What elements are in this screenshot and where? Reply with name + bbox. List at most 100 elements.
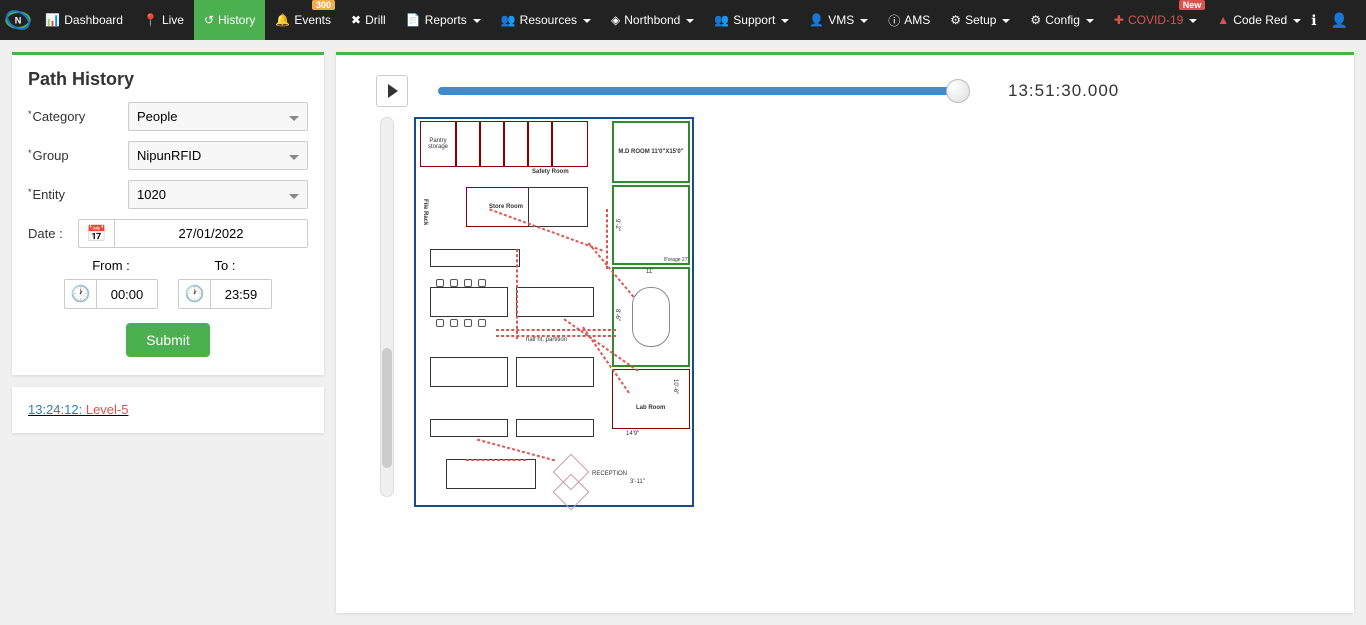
reception-shape-2	[553, 474, 590, 511]
vertical-scrollbar[interactable]	[380, 117, 394, 497]
group-select[interactable]: NipunRFID	[128, 141, 308, 170]
clock-icon: 🕐	[185, 284, 205, 304]
room-pantry: Pantry storage	[420, 121, 456, 167]
nav-code-red[interactable]: ▲Code Red	[1207, 0, 1311, 40]
location-icon: 📍	[143, 13, 158, 27]
chevron-down-icon	[1084, 13, 1094, 27]
calendar-icon: 📅	[87, 224, 107, 244]
nav-live[interactable]: 📍Live	[133, 0, 194, 40]
player-controls: 13:51:30.000	[376, 75, 1314, 107]
nav-history[interactable]: ↺History	[194, 0, 265, 40]
chevron-down-icon	[581, 13, 591, 27]
room-small-2	[480, 121, 504, 167]
nav-events[interactable]: 300🔔Events	[265, 0, 341, 40]
nav-config[interactable]: ⚙Config	[1020, 0, 1103, 40]
path-history-panel: Path History Category People Group Nipun…	[12, 52, 324, 375]
date-label: Date :	[28, 226, 78, 241]
chevron-down-icon	[684, 13, 694, 27]
dim1-label: 9'-2"	[614, 219, 620, 231]
reception-label: RECEPTION	[592, 471, 627, 477]
person-icon: 👤	[809, 13, 824, 27]
submit-button[interactable]: Submit	[126, 323, 210, 357]
cogs-icon: ⚙	[950, 13, 961, 27]
events-badge: 300	[312, 0, 335, 10]
nav-northbond[interactable]: ◈Northbond	[601, 0, 704, 40]
from-time-input[interactable]	[96, 279, 158, 309]
category-label: Category	[28, 109, 128, 124]
path-seg	[606, 209, 608, 269]
accessibility-icon: ⓘ	[888, 12, 900, 29]
users-icon: 👥	[501, 13, 516, 27]
path-seg	[516, 249, 518, 339]
chevron-down-icon	[289, 187, 299, 202]
chevron-down-icon	[1187, 13, 1197, 27]
info-icon[interactable]: ℹ	[1311, 12, 1316, 29]
from-time-button[interactable]: 🕐	[64, 279, 96, 309]
left-column: Path History Category People Group Nipun…	[12, 52, 324, 613]
to-label: To :	[215, 258, 236, 273]
nav-ams[interactable]: ⓘAMS	[878, 0, 940, 40]
safety-label: Safety Room	[532, 169, 569, 175]
slider-thumb[interactable]	[946, 79, 970, 103]
users-icon: 👥	[714, 13, 729, 27]
chevron-down-icon	[289, 148, 299, 163]
floor-plan[interactable]: Pantry storage Safety Room Store Room Fi…	[414, 117, 694, 507]
desk-row-4b	[516, 419, 594, 437]
lab-room	[612, 369, 690, 429]
app-logo[interactable]: N	[0, 0, 35, 40]
nav-dashboard[interactable]: 📊Dashboard	[35, 0, 133, 40]
clock-icon: 🕐	[71, 284, 91, 304]
warning-icon: ▲	[1217, 13, 1229, 27]
dim6-label: 14'9"	[626, 431, 639, 437]
category-select[interactable]: People	[128, 102, 308, 131]
plus-icon: ✚	[1114, 13, 1124, 27]
nav-resources[interactable]: 👥Resources	[491, 0, 601, 40]
history-icon: ↺	[204, 13, 214, 27]
entity-select[interactable]: 1020	[128, 180, 308, 209]
nav-setup[interactable]: ⚙Setup	[940, 0, 1020, 40]
timeline-slider[interactable]	[438, 87, 958, 95]
nav-items: 📊Dashboard 📍Live ↺History 300🔔Events ✖Dr…	[35, 0, 1311, 40]
desk-cluster-bottom	[446, 459, 536, 489]
path-seg	[496, 329, 616, 331]
chevron-down-icon	[858, 13, 868, 27]
dim7-label: 8'orage 27'	[664, 257, 688, 263]
nav-right: ℹ 👤	[1311, 12, 1366, 29]
path-seg	[466, 459, 526, 461]
from-label: From :	[92, 258, 130, 273]
main-content: Path History Category People Group Nipun…	[0, 40, 1366, 625]
map-panel: 13:51:30.000 Pantry storage Safety Room …	[336, 52, 1354, 613]
room-small-5	[552, 121, 588, 167]
chevron-down-icon	[779, 13, 789, 27]
diamond-icon: ◈	[611, 13, 620, 27]
date-input[interactable]	[114, 219, 308, 248]
desk-cluster-3b	[516, 357, 594, 387]
room-md: M.D ROOM 11'0"X15'0"	[612, 121, 690, 183]
desk-row-4a	[430, 419, 508, 437]
dim5-label: 3'-11"	[630, 479, 645, 485]
date-picker-button[interactable]: 📅	[78, 219, 114, 248]
scrollbar-thumb[interactable]	[382, 348, 392, 468]
lab-label: Lab Room	[636, 405, 665, 411]
play-button[interactable]	[376, 75, 408, 107]
desk-cluster-3a	[430, 357, 508, 387]
nav-vms[interactable]: 👤VMS	[799, 0, 878, 40]
nav-reports[interactable]: 📄Reports	[396, 0, 491, 40]
room-green-2	[612, 185, 690, 265]
gear-icon: ⚙	[1030, 13, 1041, 27]
to-time-button[interactable]: 🕐	[178, 279, 210, 309]
dim3-label: 8'-6"	[614, 309, 620, 321]
nav-drill[interactable]: ✖Drill	[341, 0, 396, 40]
chevron-down-icon	[1000, 13, 1010, 27]
room-small-1	[456, 121, 480, 167]
to-time-input[interactable]	[210, 279, 272, 309]
filerack-label: File Rack	[422, 199, 428, 225]
user-icon[interactable]: 👤	[1331, 12, 1348, 29]
level-link[interactable]: 13:24:12: Level-5	[28, 402, 128, 417]
file-icon: 📄	[406, 13, 421, 27]
slider-fill	[438, 87, 958, 95]
nav-covid[interactable]: New✚COVID-19	[1104, 0, 1207, 40]
desk-row-1	[430, 249, 520, 267]
chevron-down-icon	[1291, 13, 1301, 27]
nav-support[interactable]: 👥Support	[704, 0, 799, 40]
